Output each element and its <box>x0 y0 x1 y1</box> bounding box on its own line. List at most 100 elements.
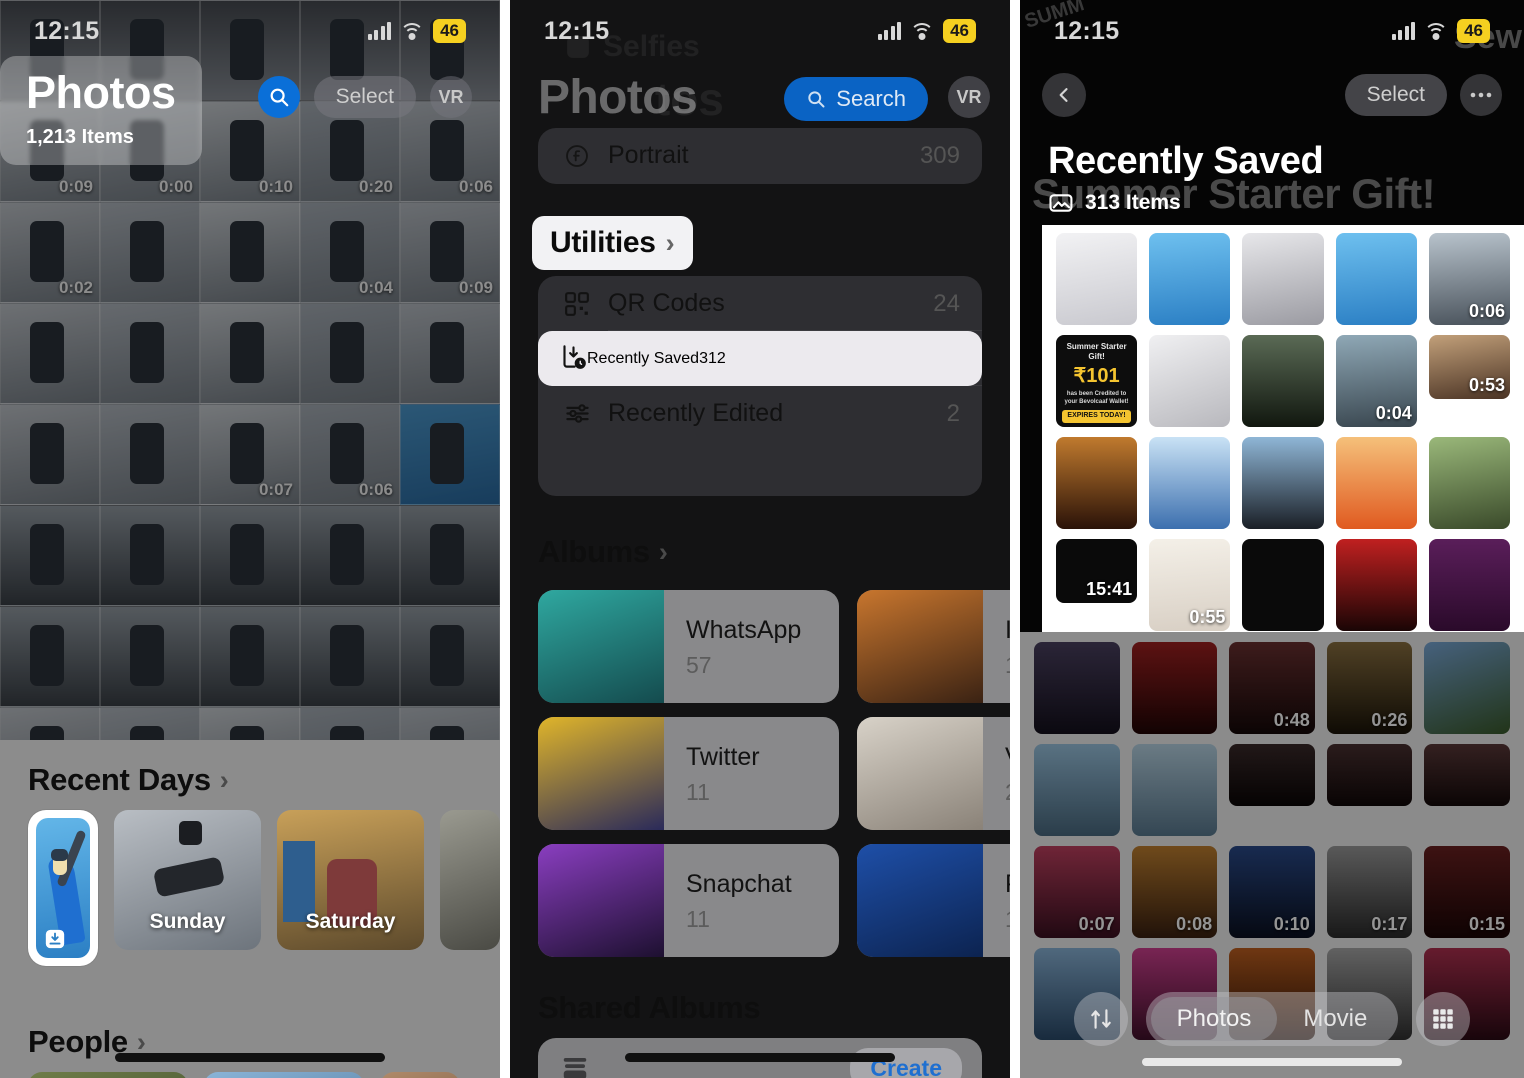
photo-thumbnail[interactable] <box>1428 437 1510 529</box>
albums-grid[interactable]: WhatsApp 57 Insta 1 Twitter 11 VN 2 Snapchat 11 Ph… <box>538 590 1010 957</box>
album-card[interactable]: Twitter 11 <box>538 717 839 830</box>
photo-cell[interactable] <box>100 606 200 707</box>
panel-photos-library: 0:09 0:00 0:10 0:20 0:06 0:02 0:04 0:09 0:07 0:06… <box>0 0 500 1078</box>
photo-cell[interactable] <box>400 505 500 606</box>
grid-view-icon[interactable] <box>1416 992 1471 1046</box>
home-indicator <box>625 1053 895 1062</box>
photo-cell[interactable] <box>0 404 100 505</box>
battery-badge: 46 <box>943 19 976 43</box>
people-row[interactable] <box>0 1072 500 1078</box>
tab-photos[interactable]: Photos <box>1150 997 1278 1041</box>
photo-cell[interactable] <box>100 202 200 303</box>
photo-cell[interactable] <box>400 404 500 505</box>
utility-row-qr-codes[interactable]: QR Codes 24 <box>538 276 982 331</box>
photo-thumbnail[interactable] <box>1335 437 1417 529</box>
photo-thumbnail[interactable]: 0:53 <box>1428 335 1510 399</box>
avatar[interactable]: VR <box>948 76 990 118</box>
album-card[interactable]: WhatsApp 57 <box>538 590 839 703</box>
photo-thumbnail[interactable] <box>1242 335 1324 427</box>
photo-thumbnail[interactable] <box>1242 233 1324 325</box>
photo-cell[interactable]: 0:06 <box>300 404 400 505</box>
photo-cell[interactable] <box>0 606 100 707</box>
album-card[interactable]: Phot 1 <box>857 844 1010 957</box>
cellular-signal-icon <box>1391 21 1416 40</box>
photo-cell[interactable] <box>0 303 100 404</box>
photo-cell[interactable]: 0:02 <box>0 202 100 303</box>
recent-day-tile[interactable]: Saturday <box>277 810 424 950</box>
photo-thumbnail[interactable] <box>1056 233 1138 325</box>
photo-cell[interactable] <box>400 303 500 404</box>
day-label: Sunday <box>149 910 226 933</box>
photo-cell[interactable]: 0:04 <box>300 202 400 303</box>
utilities-title: Utilities <box>550 226 656 259</box>
status-indicators: 46 <box>877 19 976 43</box>
photo-thumbnail[interactable]: 0:04 <box>1335 335 1417 427</box>
photo-thumbnail[interactable]: 15:41 <box>1056 539 1138 603</box>
avatar[interactable]: VR <box>430 76 472 118</box>
photo-cell[interactable] <box>300 606 400 707</box>
photo-cell[interactable] <box>0 505 100 606</box>
search-button[interactable]: Search <box>784 77 928 121</box>
utilities-header-highlight[interactable]: Utilities › <box>532 216 693 270</box>
chevron-left-icon[interactable] <box>1042 73 1086 117</box>
album-card[interactable]: Snapchat 11 <box>538 844 839 957</box>
view-mode-segmented-control[interactable]: Photos Movie <box>1145 992 1399 1046</box>
video-duration: 0:02 <box>58 278 93 297</box>
highlight-photo-grid[interactable]: 0:06 Summer Starter Gift! ₹101 has been Cre… <box>1042 233 1524 631</box>
select-button[interactable]: Select <box>1344 74 1447 116</box>
cellular-signal-icon <box>367 21 392 40</box>
photo-thumbnail[interactable] <box>1242 437 1324 529</box>
photo-cell[interactable]: 0:07 <box>200 404 300 505</box>
person-tile[interactable] <box>380 1072 460 1078</box>
photo-thumbnail[interactable]: 0:06 <box>1428 233 1510 325</box>
album-name: Phot <box>1005 870 1010 899</box>
album-card[interactable]: VN 2 <box>857 717 1010 830</box>
photo-cell[interactable] <box>200 505 300 606</box>
photo-thumbnail[interactable] <box>1149 233 1231 325</box>
photo-cell[interactable] <box>200 303 300 404</box>
photo-thumbnail[interactable] <box>1428 539 1510 631</box>
portrait-card[interactable]: Portrait 309 <box>538 128 982 184</box>
utilities-card[interactable]: QR Codes24Recently Viewed161Recently Edi… <box>538 276 982 496</box>
recently-saved-grid-highlight[interactable]: 0:06 Summer Starter Gift! ₹101 has been Cre… <box>1042 225 1524 632</box>
recent-day-tile[interactable] <box>440 810 500 950</box>
photo-cell[interactable] <box>200 606 300 707</box>
albums-header[interactable]: Albums › <box>538 534 668 570</box>
status-time: 12:15 <box>544 16 610 45</box>
photo-thumbnail[interactable] <box>1335 233 1417 325</box>
photo-cell[interactable]: 0:09 <box>400 202 500 303</box>
photo-cell[interactable] <box>400 606 500 707</box>
photo-thumbnail[interactable] <box>1242 539 1324 631</box>
portrait-row[interactable]: Portrait 309 <box>538 128 982 183</box>
photo-cell[interactable] <box>100 505 200 606</box>
utility-row-recently-edited[interactable]: Recently Edited 2 <box>538 386 982 441</box>
chevron-right-icon: › <box>219 764 229 795</box>
wifi-icon <box>910 22 935 40</box>
photo-thumbnail[interactable] <box>1149 437 1231 529</box>
tab-movie[interactable]: Movie <box>1277 997 1393 1041</box>
photo-thumbnail[interactable]: Summer Starter Gift! ₹101 has been Credite… <box>1056 335 1138 427</box>
sort-arrows-icon[interactable] <box>1073 992 1128 1046</box>
person-tile[interactable] <box>28 1072 188 1078</box>
photo-thumbnail[interactable] <box>1149 335 1231 427</box>
photo-cell[interactable] <box>100 303 200 404</box>
photo-cell[interactable] <box>300 303 400 404</box>
recent-days-header[interactable]: Recent Days › <box>0 740 500 810</box>
recent-day-tile[interactable]: Sunday <box>114 810 261 950</box>
select-button[interactable]: Select <box>313 76 416 118</box>
ellipsis-icon[interactable] <box>1460 74 1502 116</box>
person-tile[interactable] <box>204 1072 364 1078</box>
recent-days-row[interactable]: Sunday Saturday <box>0 810 500 966</box>
album-thumbnail <box>538 590 664 703</box>
photo-thumbnail[interactable] <box>1056 437 1138 529</box>
photo-cell[interactable] <box>200 202 300 303</box>
utility-row-recently-saved[interactable]: Recently Saved 312 <box>538 331 982 386</box>
photo-cell[interactable] <box>100 404 200 505</box>
photo-cell[interactable] <box>300 505 400 606</box>
people-title: People <box>28 1024 128 1059</box>
recent-day-tile-selected[interactable] <box>28 810 98 966</box>
photo-thumbnail[interactable]: 0:55 <box>1149 539 1231 631</box>
photo-thumbnail[interactable] <box>1335 539 1417 631</box>
search-icon[interactable] <box>257 76 300 118</box>
album-card[interactable]: Insta 1 <box>857 590 1010 703</box>
